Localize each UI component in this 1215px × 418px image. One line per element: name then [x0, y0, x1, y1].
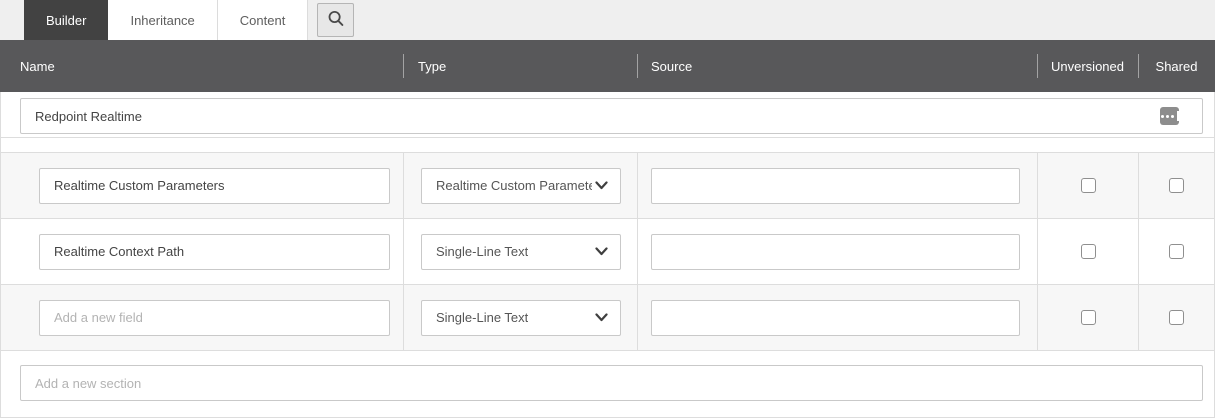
- column-header-shared: Shared: [1138, 40, 1215, 92]
- field-source-input[interactable]: [651, 168, 1020, 204]
- field-row: Realtime Custom Paramete: [1, 153, 1214, 219]
- field-type-select[interactable]: Realtime Custom Paramete: [421, 168, 621, 204]
- magnifier-icon: [326, 9, 346, 32]
- add-field-row: Single-Line Text: [1, 285, 1214, 351]
- section-name-row: [1, 92, 1214, 138]
- unversioned-checkbox[interactable]: [1081, 244, 1096, 259]
- shared-checkbox[interactable]: [1169, 178, 1184, 193]
- add-section-input[interactable]: [20, 365, 1203, 401]
- tab-content[interactable]: Content: [218, 0, 309, 40]
- field-type-value: Realtime Custom Paramete: [436, 178, 592, 193]
- chevron-down-icon: [595, 313, 608, 322]
- tab-inheritance[interactable]: Inheritance: [108, 0, 217, 40]
- tab-strip: Builder Inheritance Content: [0, 0, 1215, 40]
- chevron-down-icon: [595, 181, 608, 190]
- field-type-value: Single-Line Text: [436, 310, 528, 325]
- shared-checkbox[interactable]: [1169, 244, 1184, 259]
- add-section-row: [1, 351, 1214, 417]
- field-source-input[interactable]: [651, 234, 1020, 270]
- section-gap: [1, 138, 1214, 152]
- search-button[interactable]: [317, 3, 354, 37]
- field-type-select[interactable]: Single-Line Text: [421, 234, 621, 270]
- column-header-unversioned: Unversioned: [1037, 40, 1138, 92]
- field-source-input[interactable]: [651, 300, 1020, 336]
- section-name-input[interactable]: [20, 98, 1203, 134]
- field-row: Single-Line Text: [1, 219, 1214, 285]
- column-header-bar: Name Type Source Unversioned Shared: [0, 40, 1215, 92]
- add-field-name-input[interactable]: [39, 300, 390, 336]
- chevron-down-icon: [595, 247, 608, 256]
- column-header-type: Type: [403, 40, 637, 92]
- field-type-select[interactable]: Single-Line Text: [421, 300, 621, 336]
- unversioned-checkbox[interactable]: [1081, 178, 1096, 193]
- builder-content: Realtime Custom Paramete: [0, 92, 1215, 418]
- field-type-value: Single-Line Text: [436, 244, 528, 259]
- column-header-source: Source: [637, 40, 1037, 92]
- shared-checkbox[interactable]: [1169, 310, 1184, 325]
- tab-builder[interactable]: Builder: [24, 0, 108, 40]
- field-name-input[interactable]: [39, 168, 390, 204]
- column-header-name: Name: [0, 40, 403, 92]
- field-name-input[interactable]: [39, 234, 390, 270]
- unversioned-checkbox[interactable]: [1081, 310, 1096, 325]
- template-builder: Builder Inheritance Content Name Type So…: [0, 0, 1215, 418]
- ellipsis-icon[interactable]: [1160, 107, 1179, 125]
- field-table: Realtime Custom Paramete: [1, 152, 1214, 351]
